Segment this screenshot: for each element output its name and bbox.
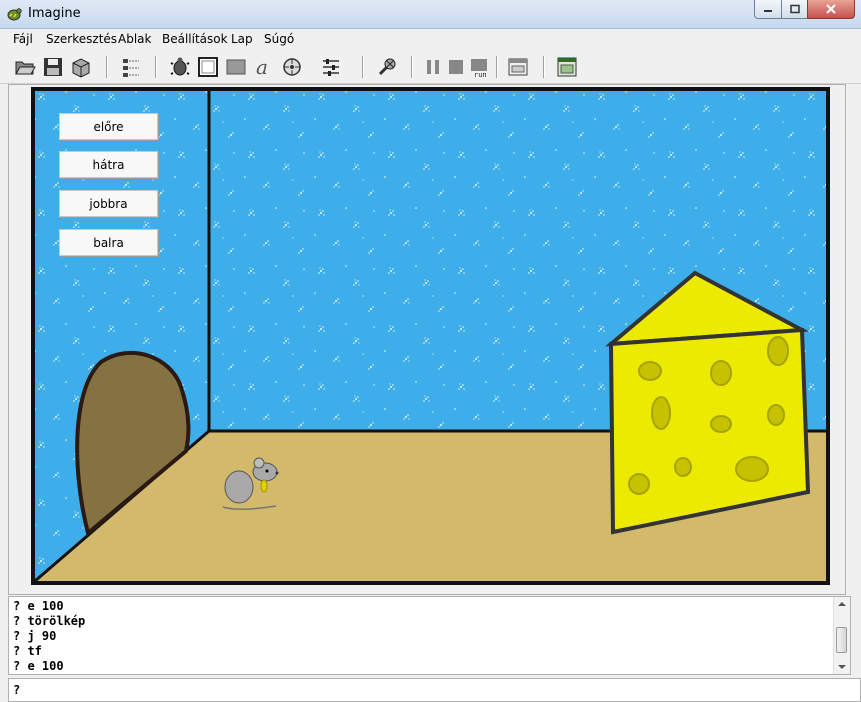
run-label: run — [474, 71, 487, 78]
toolbar-separator — [155, 56, 156, 78]
scroll-thumb[interactable] — [836, 627, 847, 653]
scroll-down-icon[interactable] — [838, 665, 846, 669]
menu-file[interactable]: Fájl — [13, 32, 33, 46]
command-input[interactable]: ? — [8, 678, 861, 702]
command-history[interactable]: ? e 100 ? törölkép ? j 90 ? tf ? e 100 — [8, 596, 851, 675]
back-button[interactable]: hátra — [59, 151, 158, 178]
menu-page[interactable]: Lap — [231, 32, 253, 46]
window-button[interactable] — [505, 54, 531, 80]
history-scrollbar[interactable] — [833, 597, 850, 674]
turtle-button[interactable] — [167, 54, 193, 80]
close-icon — [826, 4, 836, 14]
history-line: ? e 100 — [13, 659, 64, 673]
toolbar: a run — [0, 50, 861, 84]
tree-view-button[interactable] — [118, 54, 144, 80]
stop-icon — [449, 60, 463, 74]
right-button[interactable]: jobbra — [59, 190, 158, 217]
history-line: ? tf — [13, 644, 42, 658]
run-cursor-icon — [378, 58, 396, 76]
history-line: ? törölkép — [13, 614, 86, 628]
minimize-icon — [764, 10, 772, 12]
turtle-icon — [170, 57, 190, 76]
save-button[interactable] — [40, 54, 66, 80]
menu-settings[interactable]: Beállítások — [162, 32, 228, 46]
pane-icon — [557, 57, 577, 77]
slider-control-button[interactable] — [318, 54, 344, 80]
run-button[interactable]: run — [466, 54, 492, 80]
slider-control-icon — [323, 59, 339, 76]
scroll-up-icon[interactable] — [838, 602, 846, 606]
rectangle-button[interactable] — [223, 54, 249, 80]
run-icon: run — [471, 59, 487, 78]
menu-bar: Fájl Szerkesztés Ablak Beállítások Lap S… — [0, 29, 861, 49]
svg-text:a: a — [256, 56, 268, 78]
left-button[interactable]: balra — [59, 229, 158, 256]
pause-icon — [427, 60, 439, 74]
forward-button[interactable]: előre — [59, 113, 158, 140]
maximize-icon — [789, 4, 800, 14]
package-icon — [72, 58, 90, 78]
window-title: Imagine — [28, 6, 81, 21]
open-folder-icon — [15, 61, 36, 75]
rectangle-icon — [226, 59, 246, 75]
save-icon — [44, 58, 62, 76]
minimize-button[interactable] — [754, 0, 782, 19]
media-player-icon — [283, 58, 301, 76]
media-player-button[interactable] — [279, 54, 305, 80]
toolbar-separator — [362, 56, 363, 78]
open-button[interactable] — [12, 54, 38, 80]
menu-help[interactable]: Súgó — [264, 32, 294, 46]
close-button[interactable] — [807, 0, 855, 19]
package-button[interactable] — [68, 54, 94, 80]
run-cursor-button[interactable] — [374, 54, 400, 80]
pane-button[interactable] — [554, 54, 580, 80]
title-bar: Imagine — [0, 0, 861, 29]
maximize-button[interactable] — [781, 0, 808, 19]
tree-view-icon — [123, 59, 139, 77]
frame-icon — [198, 57, 218, 77]
frame-button[interactable] — [195, 54, 221, 80]
window-icon — [508, 58, 528, 76]
toolbar-separator — [496, 56, 497, 78]
toolbar-separator — [106, 56, 107, 78]
imagine-app-icon — [7, 8, 22, 21]
text-tool-button[interactable]: a — [251, 54, 277, 80]
command-prompt: ? — [13, 683, 21, 697]
text-tool-icon: a — [256, 56, 268, 78]
history-line: ? j 90 — [13, 629, 57, 643]
history-line: ? e 100 — [13, 599, 64, 613]
toolbar-separator — [411, 56, 412, 78]
menu-window[interactable]: Ablak — [118, 32, 151, 46]
toolbar-separator — [543, 56, 544, 78]
menu-edit[interactable]: Szerkesztés — [46, 32, 117, 46]
